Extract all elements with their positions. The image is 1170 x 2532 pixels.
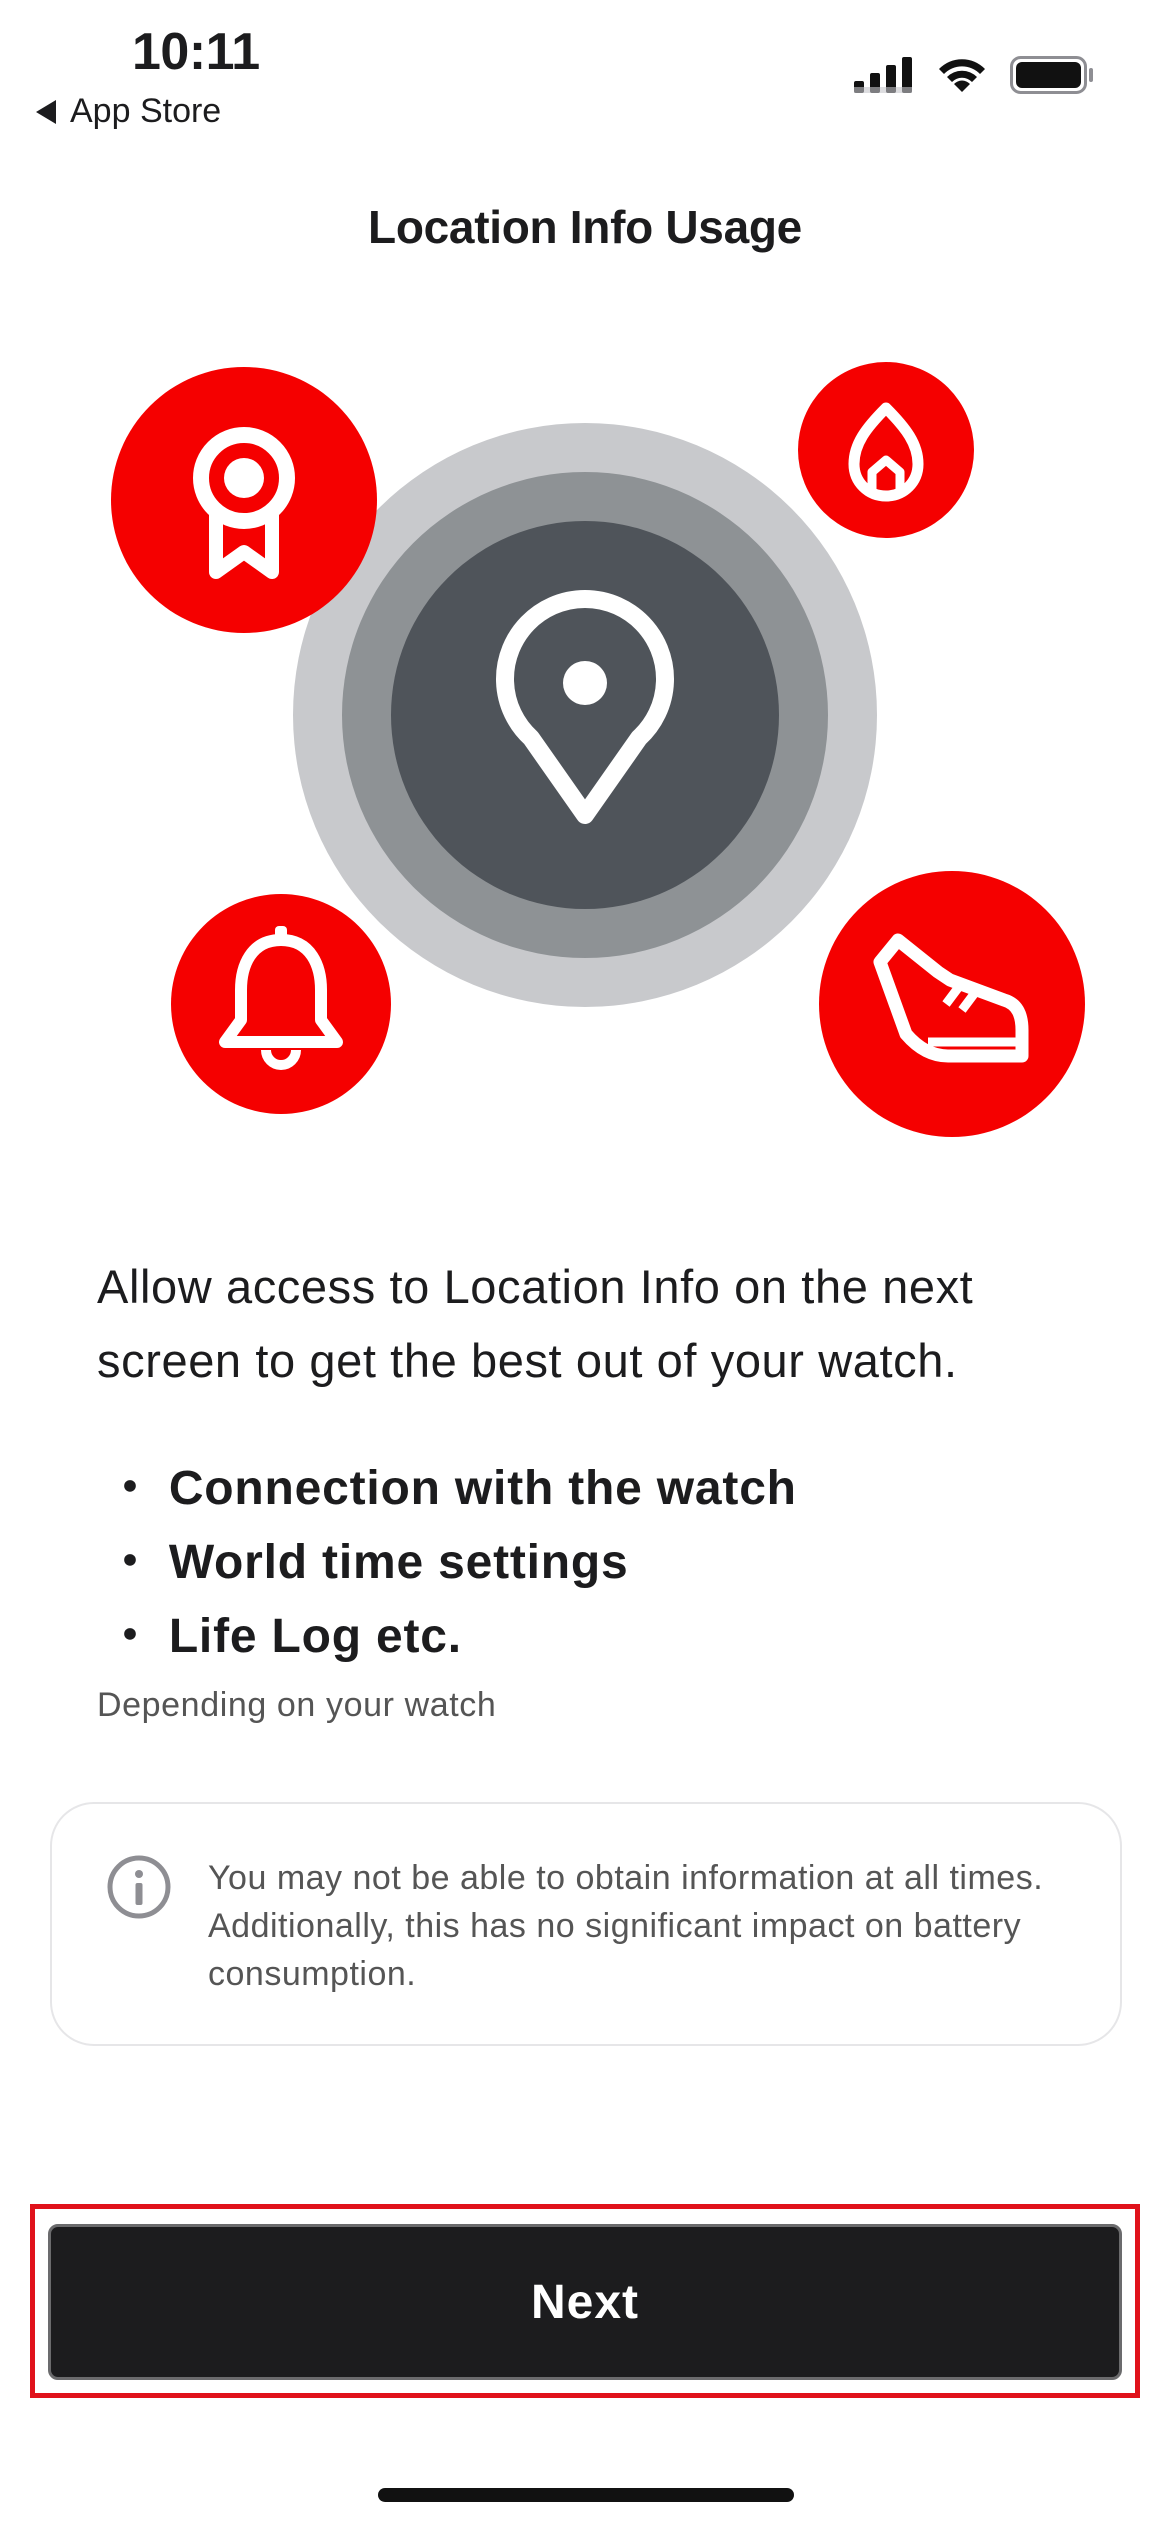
flame-home-icon (798, 362, 974, 538)
inner-ring (391, 521, 779, 909)
location-illustration (111, 362, 1085, 1137)
back-arrow-icon (36, 99, 56, 124)
wifi-icon (939, 59, 985, 92)
intro-text: Allow access to Location Info on the nex… (97, 1260, 974, 1387)
status-icons (854, 56, 1094, 94)
award-ribbon-icon (111, 367, 377, 633)
info-card-text: You may not be able to obtain informatio… (208, 1859, 1044, 1993)
home-indicator[interactable] (378, 2488, 794, 2502)
next-button[interactable]: Next (48, 2224, 1122, 2380)
feature-list: ・ Connection with the watch ・ World time s… (106, 1452, 797, 1674)
list-item: ・ World time settings (106, 1536, 629, 1589)
running-shoe-icon (819, 871, 1085, 1137)
list-item: ・ Life Log etc. (106, 1610, 462, 1663)
info-card: You may not be able to obtain informatio… (50, 1802, 1122, 2046)
page-title: Location Info Usage (368, 201, 802, 253)
cellular-signal-icon (854, 57, 912, 93)
back-to-app-store-link[interactable]: App Store (36, 92, 221, 131)
back-link-label: App Store (70, 92, 222, 130)
list-item: ・ Connection with the watch (106, 1462, 797, 1515)
info-icon (107, 1855, 171, 1919)
bell-icon (171, 894, 391, 1114)
battery-icon (1010, 56, 1093, 94)
depending-note: Depending on your watch (97, 1686, 497, 1724)
status-time: 10:11 (132, 23, 260, 81)
